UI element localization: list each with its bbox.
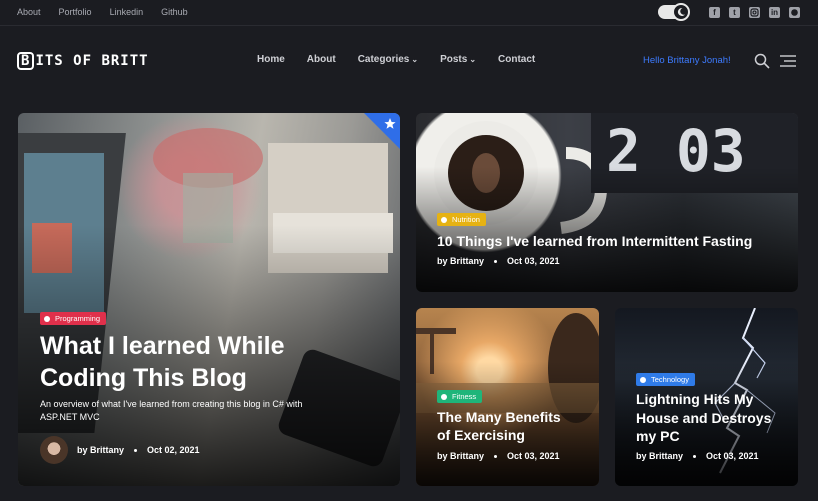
description-line: An overview of what I've learned from cr… xyxy=(40,399,303,409)
nav-home-label: Home xyxy=(257,54,285,65)
badge-dot xyxy=(44,315,50,322)
post-title-line: my PC xyxy=(636,428,680,444)
post-date: Oct 03, 2021 xyxy=(706,451,759,461)
post-date: Oct 02, 2021 xyxy=(147,445,200,455)
post-title[interactable]: 10 Things I've learned from Intermittent… xyxy=(437,232,752,250)
badge-label: Nutrition xyxy=(452,215,480,224)
top-link-linkedin[interactable]: Linkedin xyxy=(110,7,144,17)
instagram-icon[interactable] xyxy=(749,6,760,18)
post-card[interactable]: 2 03 Nutrition 10 Things I've learned fr… xyxy=(416,113,798,292)
post-author[interactable]: by Brittany xyxy=(77,445,124,455)
featured-post-card[interactable]: Programming What I learned While Coding … xyxy=(18,113,400,486)
post-title-line: House and Destroys xyxy=(636,409,772,426)
top-right-controls: f t in xyxy=(658,3,800,21)
description-line: ASP.NET MVC xyxy=(40,412,100,422)
chevron-down-icon: ⌄ xyxy=(469,55,477,64)
nav-contact[interactable]: Contact xyxy=(498,54,535,65)
post-title[interactable]: Lightning Hits My House and Destroys my … xyxy=(636,390,771,446)
top-link-github[interactable]: Github xyxy=(161,7,188,17)
top-link-portfolio[interactable]: Portfolio xyxy=(59,7,92,17)
github-icon[interactable] xyxy=(789,6,800,18)
post-title[interactable]: The Many Benefits of Exercising xyxy=(437,408,561,444)
nav-categories[interactable]: Categories ⌄ xyxy=(358,54,418,65)
post-title-line: of Exercising xyxy=(437,427,525,443)
nav-about[interactable]: About xyxy=(307,54,336,65)
featured-overlay xyxy=(18,113,400,486)
logo-text: ITS OF BRITT xyxy=(35,53,149,69)
post-card[interactable]: Technology Lightning Hits My House and D… xyxy=(615,308,798,486)
category-badge[interactable]: Nutrition xyxy=(437,213,486,226)
featured-meta: by Brittany Oct 02, 2021 xyxy=(77,445,200,455)
top-link-about[interactable]: About xyxy=(17,7,41,17)
user-greeting[interactable]: Hello Brittany Jonah! xyxy=(643,55,731,66)
post-title-line: Lightning Hits My xyxy=(636,391,754,407)
menu-icon[interactable] xyxy=(780,54,796,68)
badge-dot xyxy=(640,376,646,383)
nav-posts[interactable]: Posts ⌄ xyxy=(440,54,476,65)
post-date: Oct 03, 2021 xyxy=(507,256,560,266)
post-meta: by Brittany Oct 03, 2021 xyxy=(437,256,560,266)
nav-contact-label: Contact xyxy=(498,54,536,65)
pin-corner xyxy=(364,113,400,149)
badge-label: Programming xyxy=(55,314,101,323)
moon-icon xyxy=(672,3,690,21)
top-bar: About Portfolio Linkedin Github f t in xyxy=(0,0,818,26)
chevron-down-icon: ⌄ xyxy=(411,55,419,64)
facebook-icon[interactable]: f xyxy=(709,6,720,18)
featured-description: An overview of what I've learned from cr… xyxy=(40,398,302,424)
post-meta: by Brittany Oct 03, 2021 xyxy=(636,451,759,461)
nav-home[interactable]: Home xyxy=(257,54,285,65)
nav-categories-label: Categories xyxy=(357,54,410,65)
badge-dot xyxy=(441,216,447,223)
featured-title-line: What I learned While xyxy=(40,332,285,360)
badge-label: Technology xyxy=(651,375,689,384)
search-icon[interactable] xyxy=(754,53,770,69)
category-badge[interactable]: Technology xyxy=(636,373,695,386)
featured-title[interactable]: What I learned While Coding This Blog xyxy=(40,330,284,394)
theme-toggle[interactable] xyxy=(658,3,690,21)
twitter-icon[interactable]: t xyxy=(729,6,740,18)
top-links: About Portfolio Linkedin Github xyxy=(17,7,188,17)
category-badge[interactable]: Programming xyxy=(40,312,107,325)
meta-separator xyxy=(134,448,138,452)
main-nav: Home About Categories ⌄ Posts ⌄ Contact xyxy=(257,54,535,65)
post-card[interactable]: Fitness The Many Benefits of Exercising … xyxy=(416,308,599,486)
linkedin-icon[interactable]: in xyxy=(769,6,780,18)
post-date: Oct 03, 2021 xyxy=(507,451,560,461)
badge-label: Fitness xyxy=(452,392,477,401)
featured-title-line: Coding This Blog xyxy=(40,364,247,392)
avatar[interactable] xyxy=(40,436,68,464)
meta-separator xyxy=(494,454,498,458)
post-meta: by Brittany Oct 03, 2021 xyxy=(437,451,560,461)
logo-letter: B xyxy=(17,52,35,70)
meta-separator xyxy=(693,454,697,458)
badge-dot xyxy=(441,393,447,400)
featured-pin xyxy=(364,113,400,149)
post-author[interactable]: by Brittany xyxy=(437,451,484,461)
post-author[interactable]: by Brittany xyxy=(437,256,484,266)
category-badge[interactable]: Fitness xyxy=(437,390,483,403)
meta-separator xyxy=(494,259,498,263)
site-logo[interactable]: B ITS OF BRITT xyxy=(17,52,149,70)
post-title-line: The Many Benefits xyxy=(437,409,561,425)
nav-about-label: About xyxy=(306,54,336,65)
post-author[interactable]: by Brittany xyxy=(636,451,683,461)
nav-posts-label: Posts xyxy=(440,54,468,65)
